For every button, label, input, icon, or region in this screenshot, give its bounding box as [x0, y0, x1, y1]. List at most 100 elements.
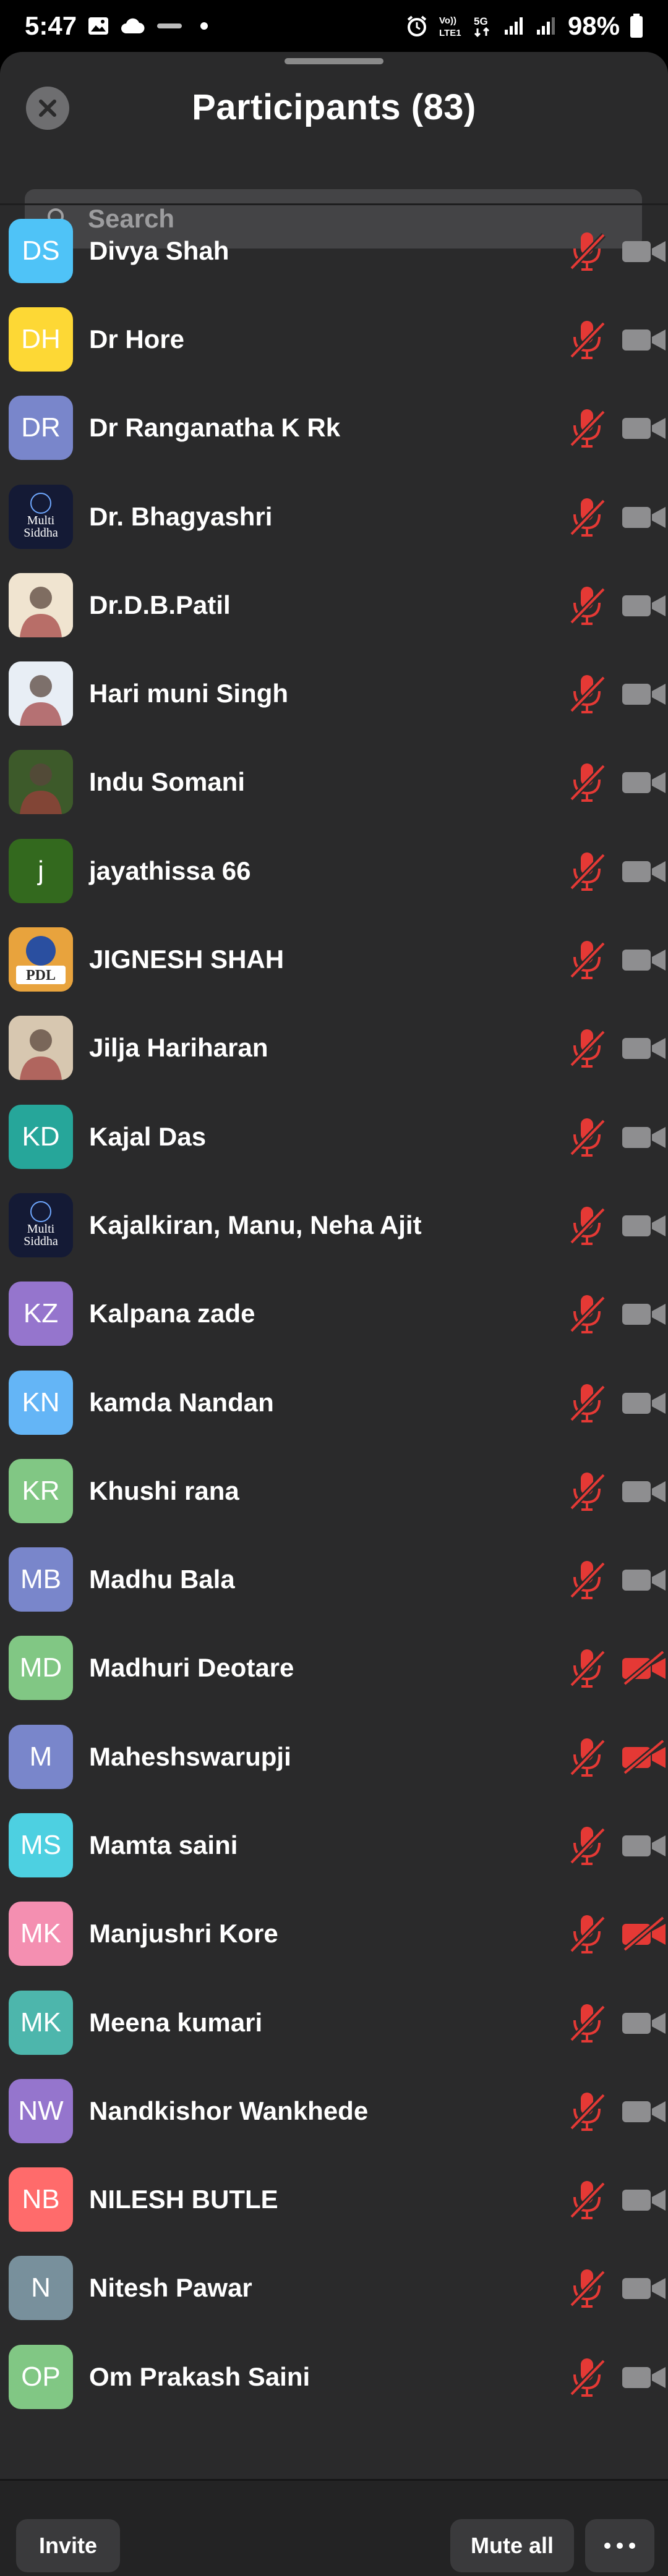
video-camera-icon[interactable]	[620, 763, 668, 801]
video-camera-icon[interactable]	[620, 941, 668, 978]
video-camera-icon[interactable]	[620, 852, 668, 890]
mic-muted-icon[interactable]	[568, 1382, 606, 1424]
video-camera-icon[interactable]	[620, 1827, 668, 1864]
participant-row[interactable]: OP Om Prakash Saini	[0, 2332, 668, 2421]
avatar: DS	[9, 218, 73, 283]
mic-muted-icon[interactable]	[568, 2090, 606, 2132]
participant-row[interactable]: MB Madhu Bala	[0, 1535, 668, 1623]
video-camera-icon[interactable]	[620, 1473, 668, 1510]
avatar: DR	[9, 396, 73, 461]
participant-row[interactable]: DH Dr Hore	[0, 295, 668, 383]
mic-muted-icon[interactable]	[568, 2002, 606, 2044]
participant-row[interactable]: KN kamda Nandan	[0, 1358, 668, 1447]
video-camera-icon[interactable]	[620, 587, 668, 624]
mic-muted-icon[interactable]	[568, 496, 606, 538]
mute-all-button[interactable]: Mute all	[450, 2519, 574, 2572]
participant-name: Madhuri Deotare	[89, 1653, 294, 1683]
video-camera-icon[interactable]	[620, 409, 668, 446]
mic-muted-icon[interactable]	[568, 1204, 606, 1246]
mic-muted-icon[interactable]	[568, 1913, 606, 1955]
invite-button[interactable]: Invite	[16, 2519, 120, 2572]
mic-muted-icon[interactable]	[568, 1470, 606, 1512]
mic-muted-icon[interactable]	[568, 230, 606, 272]
mic-muted-icon[interactable]	[568, 2267, 606, 2309]
avatar: NB	[9, 2167, 73, 2232]
participant-name: Dr.D.B.Patil	[89, 590, 231, 619]
participant-row[interactable]: Hari muni Singh	[0, 649, 668, 738]
mic-muted-icon[interactable]	[568, 938, 606, 980]
participant-row[interactable]: DR Dr Ranganatha K Rk	[0, 384, 668, 472]
mic-muted-icon[interactable]	[568, 318, 606, 360]
video-camera-icon[interactable]	[620, 2269, 668, 2306]
participant-row[interactable]: M Maheshswarupji	[0, 1712, 668, 1801]
mic-muted-icon[interactable]	[568, 2179, 606, 2221]
participant-row[interactable]: MK Meena kumari	[0, 1978, 668, 2067]
participant-row[interactable]: NB NILESH BUTLE	[0, 2156, 668, 2244]
video-camera-icon[interactable]	[620, 232, 668, 270]
mic-muted-icon[interactable]	[568, 407, 606, 449]
participant-row[interactable]: PDL JIGNESH SHAH	[0, 915, 668, 1003]
video-camera-icon[interactable]	[620, 1207, 668, 1244]
avatar: OP	[9, 2344, 73, 2409]
video-camera-icon[interactable]	[620, 1649, 668, 1686]
participant-row[interactable]: Multi Siddha Kajalkiran, Manu, Neha Ajit	[0, 1181, 668, 1269]
video-camera-icon[interactable]	[620, 2004, 668, 2041]
status-time: 5:47	[25, 11, 77, 40]
participant-row[interactable]: KD Kajal Das	[0, 1092, 668, 1181]
svg-text:Siddha: Siddha	[24, 1235, 58, 1248]
mic-muted-icon[interactable]	[568, 673, 606, 715]
video-camera-icon[interactable]	[620, 2358, 668, 2395]
participant-row[interactable]: NW Nandkishor Wankhede	[0, 2067, 668, 2155]
participant-row[interactable]: Multi Siddha Dr. Bhagyashri	[0, 472, 668, 561]
video-camera-icon[interactable]	[620, 1118, 668, 1155]
video-camera-icon[interactable]	[620, 498, 668, 535]
video-camera-icon[interactable]	[620, 1561, 668, 1598]
participant-row[interactable]: MS Mamta saini	[0, 1801, 668, 1889]
mic-muted-icon[interactable]	[568, 2356, 606, 2398]
mic-muted-icon[interactable]	[568, 1027, 606, 1069]
mic-muted-icon[interactable]	[568, 761, 606, 803]
close-button[interactable]	[26, 87, 69, 130]
video-camera-icon[interactable]	[620, 1029, 668, 1066]
participant-row[interactable]: MK Manjushri Kore	[0, 1890, 668, 1978]
participant-row[interactable]: j jayathissa 66	[0, 827, 668, 915]
mic-muted-icon[interactable]	[568, 1558, 606, 1600]
video-camera-icon[interactable]	[620, 1384, 668, 1421]
participant-row[interactable]: Dr.D.B.Patil	[0, 561, 668, 649]
mic-muted-icon[interactable]	[568, 1293, 606, 1335]
video-camera-icon[interactable]	[620, 321, 668, 358]
mic-muted-icon[interactable]	[568, 584, 606, 626]
video-camera-icon[interactable]	[620, 2181, 668, 2218]
mic-muted-icon[interactable]	[568, 1736, 606, 1778]
svg-text:Multi: Multi	[27, 1222, 55, 1236]
svg-text:Siddha: Siddha	[24, 526, 58, 540]
participant-row[interactable]: KR Khushi rana	[0, 1447, 668, 1535]
svg-text:5G: 5G	[474, 15, 488, 27]
mic-muted-icon[interactable]	[568, 1824, 606, 1866]
divider	[0, 2479, 668, 2481]
participant-row[interactable]: MD Madhuri Deotare	[0, 1624, 668, 1712]
participant-row[interactable]: Indu Somani	[0, 738, 668, 827]
avatar: MB	[9, 1547, 73, 1612]
participant-row[interactable]: N Nitesh Pawar	[0, 2244, 668, 2332]
participant-row[interactable]: Jilja Hariharan	[0, 1004, 668, 1092]
participant-row[interactable]: DS Divya Shah	[0, 206, 668, 295]
more-button[interactable]	[585, 2519, 654, 2572]
video-camera-icon[interactable]	[620, 1295, 668, 1332]
video-camera-icon[interactable]	[620, 2093, 668, 2130]
notification-dot	[200, 22, 208, 30]
participant-name: Maheshswarupji	[89, 1741, 291, 1771]
drag-handle[interactable]	[285, 58, 383, 64]
participant-name: Khushi rana	[89, 1476, 239, 1505]
avatar: KN	[9, 1370, 73, 1435]
video-camera-icon[interactable]	[620, 1738, 668, 1775]
participant-name: Hari muni Singh	[89, 679, 289, 708]
participant-row[interactable]: KZ Kalpana zade	[0, 1270, 668, 1358]
participant-name: Divya Shah	[89, 236, 229, 265]
mic-muted-icon[interactable]	[568, 1647, 606, 1689]
video-camera-icon[interactable]	[620, 1915, 668, 1952]
mic-muted-icon[interactable]	[568, 1116, 606, 1158]
mic-muted-icon[interactable]	[568, 850, 606, 892]
participant-name: Nitesh Pawar	[89, 2273, 252, 2303]
video-camera-icon[interactable]	[620, 675, 668, 712]
